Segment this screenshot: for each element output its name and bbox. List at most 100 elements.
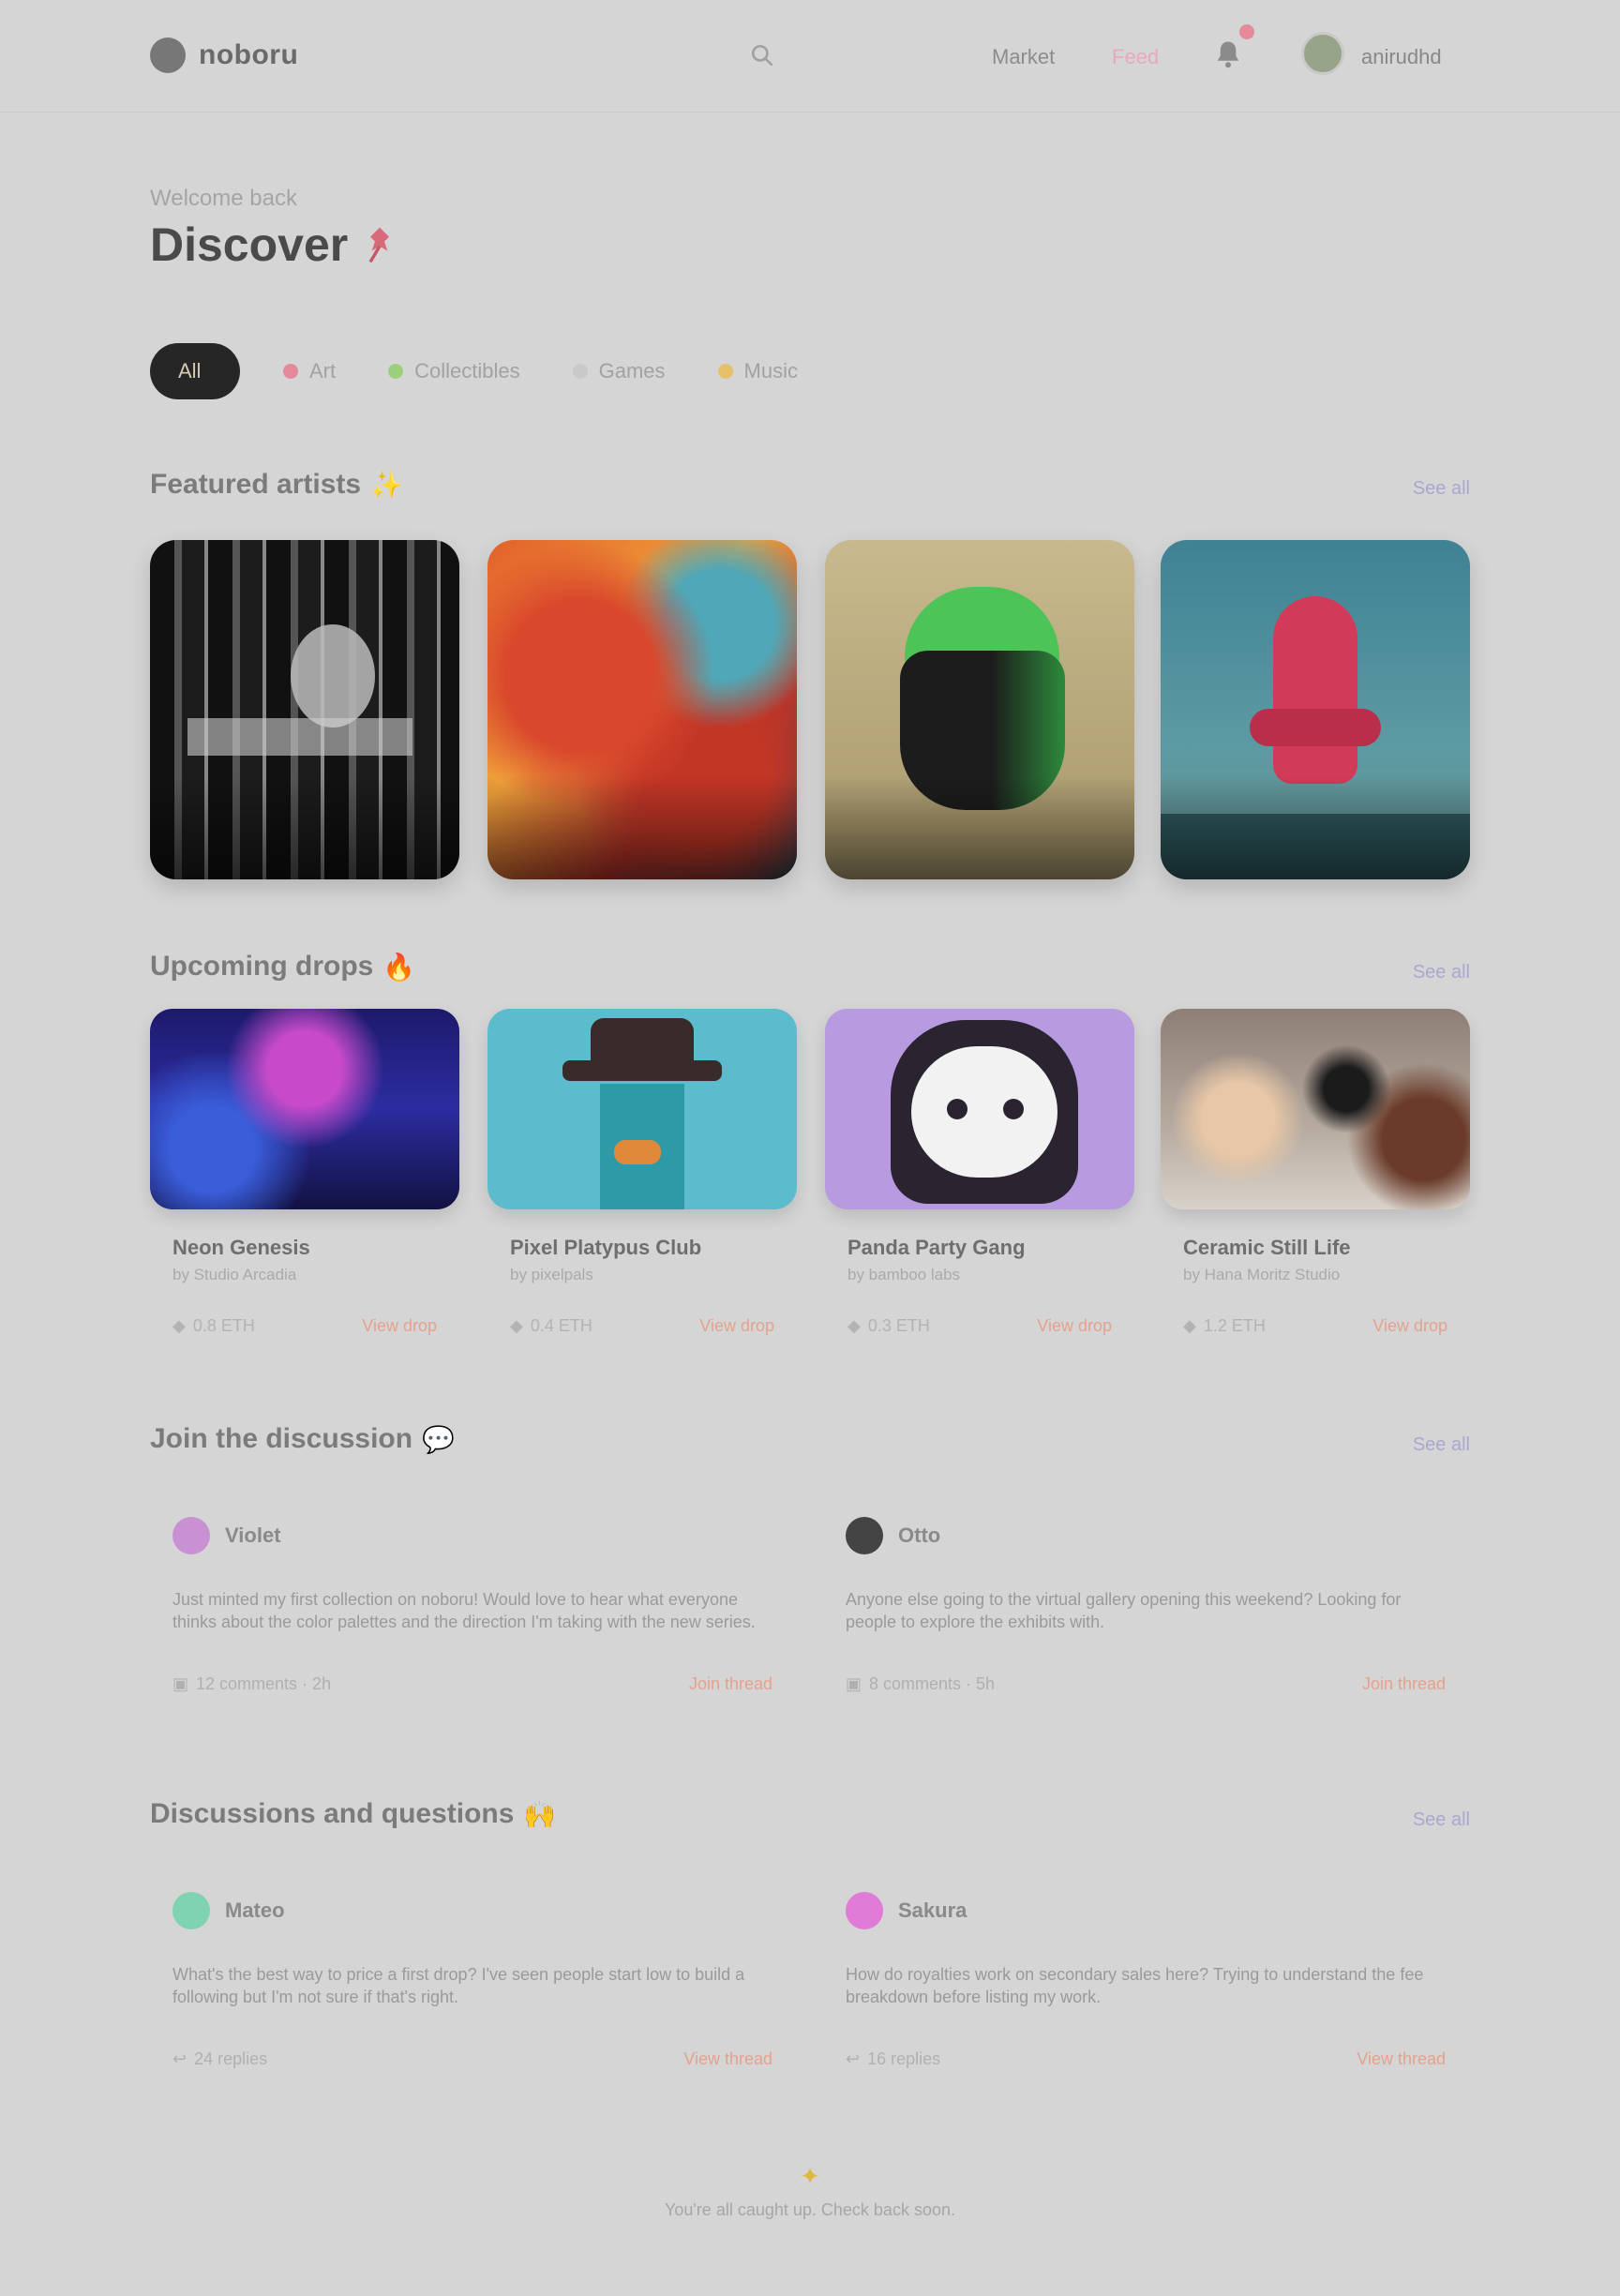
notification-dot (1239, 24, 1254, 39)
page: noboru Market Feed anirudhd Welcome back… (0, 0, 1620, 2296)
filter-collectibles-chip[interactable]: Collectibles (379, 343, 530, 399)
post-header: Otto (846, 1517, 940, 1554)
filter-label: Games (598, 359, 666, 383)
featured-card-4[interactable] (1161, 540, 1470, 879)
trending-card-1[interactable]: Neon Genesis by Studio Arcadia ◆ 0.8 ETH… (150, 1009, 459, 1346)
filter-label: Music (743, 359, 798, 383)
trending-card-link[interactable]: View drop (1372, 1316, 1448, 1336)
trending-card-meta: ◆ 0.3 ETH View drop (848, 1316, 1112, 1336)
filter-art-chip[interactable]: Art (274, 343, 345, 399)
raised-hands-icon: 🙌 (523, 1799, 557, 1829)
trending-card-subtitle: by pixelpals (510, 1266, 593, 1283)
trending-card-link[interactable]: View drop (1037, 1316, 1112, 1336)
community-post-1[interactable]: Mateo What's the best way to price a fir… (150, 1892, 797, 2079)
post-meta: ▣ 8 comments · 5h (846, 1674, 995, 1694)
user-avatar[interactable] (1301, 32, 1344, 75)
trending-card-subtitle: by Hana Moritz Studio (1183, 1266, 1341, 1283)
eth-icon: ◆ (1183, 1316, 1196, 1335)
page-title-text: Discover (150, 218, 349, 271)
post-meta-text: 24 replies (194, 2049, 268, 2068)
trending-card-meta: ◆ 0.4 ETH View drop (510, 1316, 774, 1336)
trending-card-3[interactable]: Panda Party Gang by bamboo labs ◆ 0.3 ET… (825, 1009, 1134, 1346)
user-name[interactable]: anirudhd (1361, 45, 1442, 69)
section-title-text: Featured artists (150, 469, 362, 500)
trending-card-2[interactable]: Pixel Platypus Club by pixelpals ◆ 0.4 E… (488, 1009, 797, 1346)
post-link[interactable]: Join thread (1362, 1674, 1446, 1694)
trending-card-price: ◆ 0.3 ETH (848, 1316, 930, 1336)
logo[interactable]: noboru (150, 38, 298, 73)
reply-icon: ↩ (172, 2049, 188, 2068)
comment-icon: ▣ (846, 1674, 862, 1693)
trending-card-price-value: 0.4 ETH (530, 1316, 592, 1335)
speech-bubble-icon: 💬 (422, 1424, 455, 1454)
avatar[interactable] (172, 1517, 210, 1554)
section-title-text: Upcoming drops (150, 951, 374, 982)
post-author[interactable]: Otto (898, 1523, 940, 1548)
nav-feed-link[interactable]: Feed (1112, 45, 1159, 69)
trending-card-title: Pixel Platypus Club (510, 1236, 702, 1259)
post-author[interactable]: Mateo (225, 1898, 285, 1923)
post-meta-text: 16 replies (867, 2049, 941, 2068)
trending-card-title: Ceramic Still Life (1183, 1236, 1351, 1259)
post-body: Anyone else going to the virtual gallery… (846, 1590, 1402, 1631)
collectibles-icon (388, 364, 404, 379)
discussion-section-title: Join the discussion 💬 (150, 1423, 455, 1455)
post-footer: ▣ 8 comments · 5h Join thread (846, 1674, 1446, 1694)
discussion-post-1[interactable]: Violet Just minted my first collection o… (150, 1517, 797, 1704)
trending-card-image (825, 1009, 1134, 1209)
community-post-2[interactable]: Sakura How do royalties work on secondar… (823, 1892, 1470, 2079)
post-footer: ▣ 12 comments · 2h Join thread (172, 1674, 772, 1694)
community-see-all-link[interactable]: See all (1413, 1809, 1470, 1831)
featured-section-title: Featured artists ✨ (150, 469, 403, 501)
section-title-text: Discussions and questions (150, 1798, 515, 1829)
post-link[interactable]: View thread (683, 2049, 772, 2069)
fire-icon: 🔥 (382, 952, 416, 982)
featured-card-3[interactable] (825, 540, 1134, 879)
games-icon (572, 364, 588, 379)
trending-section-title: Upcoming drops 🔥 (150, 951, 415, 983)
avatar[interactable] (846, 1517, 883, 1554)
comment-icon: ▣ (172, 1674, 189, 1693)
trending-card-price-value: 0.8 ETH (192, 1316, 255, 1335)
eth-icon: ◆ (848, 1316, 861, 1335)
discussion-post-2[interactable]: Otto Anyone else going to the virtual ga… (823, 1517, 1470, 1704)
trending-art-shape (911, 1046, 1058, 1178)
eth-icon: ◆ (172, 1316, 186, 1335)
trending-card-link[interactable]: View drop (699, 1316, 774, 1336)
trending-see-all-link[interactable]: See all (1413, 962, 1470, 983)
trending-card-link[interactable]: View drop (362, 1316, 437, 1336)
post-author[interactable]: Sakura (898, 1898, 967, 1923)
post-link[interactable]: Join thread (689, 1674, 772, 1694)
filter-label: All (178, 359, 202, 383)
card-shade (825, 776, 1134, 879)
post-link[interactable]: View thread (1357, 2049, 1446, 2069)
trending-card-4[interactable]: Ceramic Still Life by Hana Moritz Studio… (1161, 1009, 1470, 1346)
filter-all-chip[interactable]: All (150, 343, 240, 399)
featured-card-1[interactable] (150, 540, 459, 879)
trending-card-title: Neon Genesis (172, 1236, 310, 1259)
trending-card-price: ◆ 1.2 ETH (1183, 1316, 1266, 1336)
featured-card-2[interactable] (488, 540, 797, 879)
post-header: Sakura (846, 1892, 967, 1929)
page-title: Discover (150, 218, 398, 272)
post-footer: ↩ 16 replies View thread (846, 2049, 1446, 2069)
post-body: Just minted my first collection on nobor… (172, 1590, 756, 1631)
eth-icon: ◆ (510, 1316, 523, 1335)
avatar[interactable] (846, 1892, 883, 1929)
filter-label: Collectibles (414, 359, 520, 383)
nav-market-link[interactable]: Market (992, 45, 1055, 69)
category-filters: All Art Collectibles Games Music (150, 343, 807, 399)
bell-icon[interactable] (1211, 38, 1245, 71)
trending-card-subtitle: by Studio Arcadia (172, 1266, 297, 1283)
logo-mark-icon (150, 38, 186, 73)
featured-see-all-link[interactable]: See all (1413, 478, 1470, 500)
post-author[interactable]: Violet (225, 1523, 281, 1548)
search-icon[interactable] (750, 43, 774, 68)
post-meta: ↩ 24 replies (172, 2049, 267, 2069)
discussion-see-all-link[interactable]: See all (1413, 1434, 1470, 1456)
avatar[interactable] (172, 1892, 210, 1929)
filter-games-chip[interactable]: Games (563, 343, 675, 399)
post-body: What's the best way to price a first dro… (172, 1965, 745, 2006)
trending-card-subtitle: by bamboo labs (848, 1266, 961, 1283)
filter-music-chip[interactable]: Music (709, 343, 807, 399)
